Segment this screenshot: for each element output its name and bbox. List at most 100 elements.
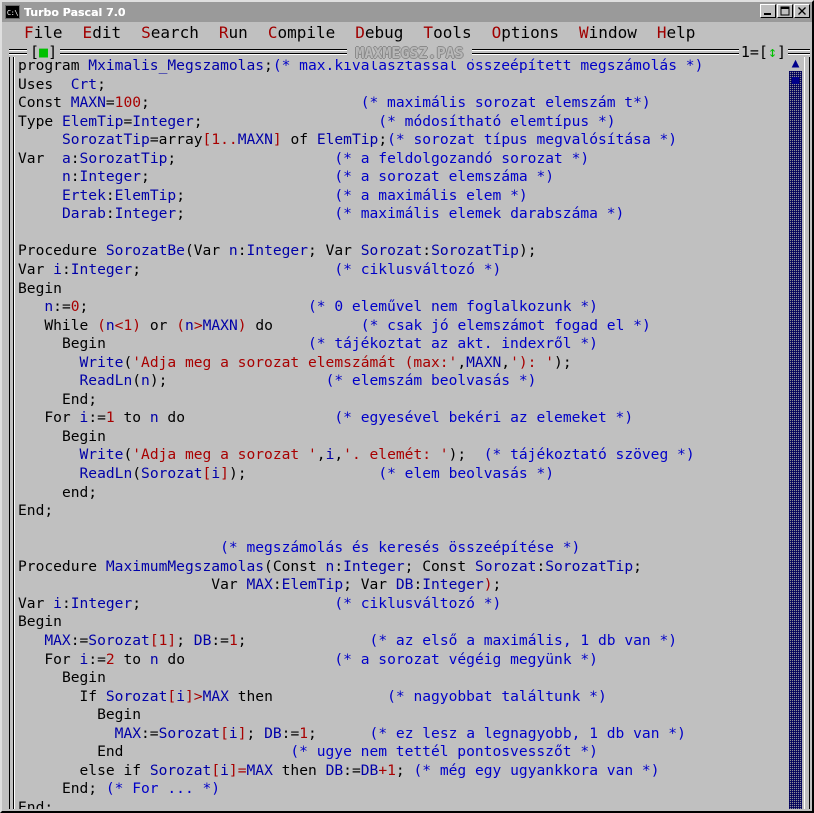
code-token-pad [167,372,325,389]
code-line: Var i:Integer; (* ciklusváltozó *) [18,261,784,280]
menu-label: ile [33,23,63,42]
code-token-id: Crt [70,75,98,93]
menu-item-tools[interactable]: Tools [413,22,481,43]
editor-window: [■] MAXMEGSZ.PAS 1=[↕] program Mximalis_… [9,43,810,809]
code-token-cmt: (* megszámolás és keresés összeépítése *… [220,539,581,557]
code-token-id: n [44,298,54,316]
code-token-id: DB [264,724,282,742]
code-line: Begin [18,706,784,725]
code-line: Var a:SorozatTip; (* a feldolgozandó sor… [18,150,784,169]
editor-close-box[interactable]: [■] [27,44,61,60]
code-token-pl: ; [44,502,54,520]
code-token-cmt: (* ez lesz a legnagyobb, 1 db van *) [369,724,686,742]
code-line: Procedure MaximumMegszamolas(Const n:Int… [18,558,784,577]
code-token-pad [18,446,80,463]
code-token-pad [18,354,80,371]
code-token-sym: [ [220,724,229,742]
resize-arrow-icon: ↕ [767,43,777,61]
code-token-str: 'Adja meg a sorozat elemszámát (max:' [132,353,458,371]
menu-label: indow [588,23,637,42]
code-line: Begin [18,669,784,688]
code-line: Const MAXN=100; (* maximális sorozat ele… [18,94,784,113]
code-token-kw: End [18,502,45,520]
code-token-kw: Var [18,594,54,612]
code-token-id: MAX [114,724,142,742]
code-token-kw: then [228,687,273,705]
code-token-pad [123,743,290,760]
menu-hotkey: W [579,23,589,42]
code-token-kw: Const [18,94,71,112]
menu-item-debug[interactable]: Debug [345,22,413,43]
code-token-pad [18,335,62,352]
code-editor-text[interactable]: program Mximalis_Megszamolas;(* max.kivá… [18,57,784,809]
code-token-id: i [79,650,89,668]
code-token-pad [18,632,44,649]
code-token-pl: ( [184,242,194,260]
code-token-pad [18,706,97,723]
menu-item-run[interactable]: Run [209,22,258,43]
menu-item-help[interactable]: Help [647,22,706,43]
code-line: End; [18,391,784,410]
code-token-id: SorozatTip [545,557,634,575]
code-token-kw: Type [18,112,62,130]
code-token-sym: ) [483,576,493,594]
code-token-pl: : [237,242,247,260]
code-token-cmt: (* ciklusváltozó *) [334,594,502,612]
code-token-kw: End [97,743,124,761]
code-token-id: Integer [422,576,484,594]
code-token-pl: ( [132,372,142,390]
menu-hotkey: S [141,23,151,42]
code-token-cmt: (* tájékoztat az akt. indexről *) [307,335,598,353]
code-token-id: SorozatTip [61,131,150,149]
code-token-kw: While [44,316,98,334]
code-token-kw: Procedure [18,557,106,575]
code-token-id: Integer [132,112,194,130]
menu-item-window[interactable]: Window [569,22,647,43]
code-line: End; (* For ... *) [18,780,784,799]
code-token-id: Sorozat [360,242,423,260]
code-token-id: MAX [246,761,273,779]
code-token-pl: : [70,149,80,167]
code-token-id: i [53,594,62,612]
code-token-id: n [105,316,115,334]
minimize-button[interactable] [760,4,776,18]
code-line: Begin [18,280,784,299]
window-titlebar[interactable]: C:\ Turbo Pascal 7.0 [2,2,812,22]
turbo-pascal-window: C:\ Turbo Pascal 7.0 File Edit Search Ru… [0,0,814,813]
code-token-pad [18,465,80,482]
menu-item-edit[interactable]: Edit [73,22,132,43]
code-token-pad [18,743,97,760]
editor-window-number-and-resize[interactable]: 1=[↕] [738,43,788,61]
scrollbar-thumb[interactable] [792,77,799,84]
code-token-sym: ) [132,316,142,334]
code-token-kw: to [114,650,150,668]
code-token-id: i [228,724,238,742]
code-token-pl: , [316,446,326,464]
vertical-scrollbar[interactable]: ▲ [789,57,802,809]
code-token-cmt: (* csak jó elemszámot fogad el *) [360,316,651,334]
code-token-id: DB [325,761,344,779]
menu-item-search[interactable]: Search [131,22,209,43]
code-token-pad [141,261,334,278]
maximize-button[interactable] [777,4,793,18]
code-token-id: DB [360,761,379,779]
code-token-pl: ; [404,557,423,575]
scroll-up-arrow-icon[interactable]: ▲ [789,57,802,71]
code-token-id: Sorozat [105,687,168,705]
frame-rule-top [9,49,810,51]
code-token-id: Integer [114,205,177,223]
code-token-pl: ; [79,298,89,316]
code-line: Write('Adja meg a sorozat ',i,'. elemét:… [18,446,784,465]
code-token-cmt: (* ugye nem tettél pontosvesszőt *) [290,743,598,761]
menu-item-file[interactable]: File [14,22,73,43]
menu-item-compile[interactable]: Compile [258,22,345,43]
code-token-pad [88,298,308,315]
console-icon: C:\ [5,5,20,19]
code-token-pad [18,669,62,686]
code-token-pad [317,725,370,742]
close-button[interactable] [794,4,810,18]
code-token-pl: := [70,631,89,649]
code-line: End (* ugye nem tettél pontosvesszőt *) [18,743,784,762]
menu-item-options[interactable]: Options [482,22,569,43]
